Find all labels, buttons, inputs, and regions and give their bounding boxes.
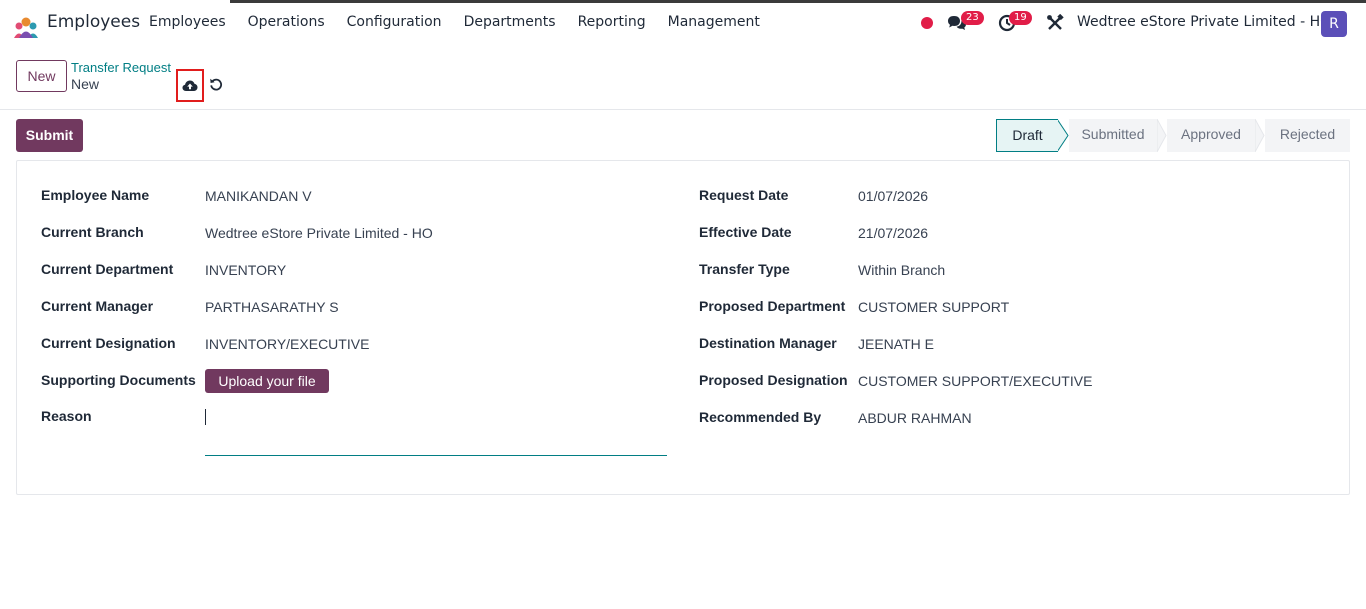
text-cursor: [205, 409, 206, 425]
menu-reporting[interactable]: Reporting: [578, 14, 646, 30]
field-proposed-designation[interactable]: CUSTOMER SUPPORT/EXECUTIVE: [858, 373, 1092, 389]
stage-arrow-submitted: [1157, 119, 1167, 152]
status-dot-icon[interactable]: [921, 17, 933, 29]
label-current-designation: Current Designation: [41, 335, 176, 351]
field-transfer-type[interactable]: Within Branch: [858, 262, 945, 278]
field-destination-manager[interactable]: JEENATH E: [858, 336, 934, 352]
user-avatar[interactable]: R: [1321, 11, 1347, 37]
label-proposed-designation: Proposed Designation: [699, 372, 848, 388]
label-effective-date: Effective Date: [699, 224, 792, 240]
stage-approved[interactable]: Approved: [1167, 119, 1255, 152]
new-button[interactable]: New: [16, 60, 67, 92]
menu-management[interactable]: Management: [668, 14, 760, 30]
stage-rejected[interactable]: Rejected: [1265, 119, 1350, 152]
field-recommended-by[interactable]: ABDUR RAHMAN: [858, 410, 972, 426]
field-current-designation[interactable]: INVENTORY/EXECUTIVE: [205, 336, 369, 352]
label-proposed-department: Proposed Department: [699, 298, 846, 314]
submit-button[interactable]: Submit: [16, 119, 83, 152]
upload-file-button[interactable]: Upload your file: [205, 369, 329, 393]
save-button[interactable]: [176, 69, 204, 102]
discard-button[interactable]: [207, 75, 225, 93]
label-supporting-documents: Supporting Documents: [41, 372, 196, 388]
field-current-manager[interactable]: PARTHASARATHY S: [205, 299, 339, 315]
field-request-date[interactable]: 01/07/2026: [858, 188, 928, 204]
label-transfer-type: Transfer Type: [699, 261, 790, 277]
label-recommended-by: Recommended By: [699, 409, 822, 425]
company-switcher[interactable]: Wedtree eStore Private Limited - HO: [1077, 14, 1331, 30]
app-name[interactable]: Employees: [47, 12, 140, 32]
field-employee-name[interactable]: MANIKANDAN V: [205, 188, 312, 204]
label-reason: Reason: [41, 408, 92, 424]
label-destination-manager: Destination Manager: [699, 335, 837, 351]
field-proposed-department[interactable]: CUSTOMER SUPPORT: [858, 299, 1009, 315]
menu-departments[interactable]: Departments: [464, 14, 556, 30]
chat-badge: 23: [961, 11, 984, 25]
reason-input[interactable]: [205, 406, 667, 456]
app-logo-icon[interactable]: [12, 16, 40, 40]
breadcrumb-parent[interactable]: Transfer Request: [71, 60, 171, 75]
activity-badge: 19: [1009, 11, 1032, 25]
stage-draft[interactable]: Draft: [996, 119, 1058, 152]
cloud-upload-icon: [182, 80, 198, 91]
undo-icon: [210, 78, 223, 91]
label-employee-name: Employee Name: [41, 187, 150, 203]
menu-employees[interactable]: Employees: [149, 14, 226, 30]
stage-arrow-draft: [1057, 119, 1069, 152]
field-current-department[interactable]: INVENTORY: [205, 262, 286, 278]
stage-arrow-approved: [1255, 119, 1265, 152]
control-panel: New Transfer Request New: [0, 52, 1366, 110]
breadcrumb-current: New: [71, 76, 100, 92]
menu-configuration[interactable]: Configuration: [347, 14, 442, 30]
label-request-date: Request Date: [699, 187, 789, 203]
field-effective-date[interactable]: 21/07/2026: [858, 225, 928, 241]
label-current-branch: Current Branch: [41, 224, 144, 240]
menu-operations[interactable]: Operations: [248, 14, 325, 30]
field-current-branch[interactable]: Wedtree eStore Private Limited - HO: [205, 225, 433, 241]
status-bar: Draft Submitted Approved Rejected: [996, 119, 1350, 152]
tools-icon[interactable]: [1046, 14, 1064, 32]
stage-submitted[interactable]: Submitted: [1069, 119, 1157, 152]
main-menu: Employees Operations Configuration Depar…: [149, 14, 782, 30]
label-current-department: Current Department: [41, 261, 174, 277]
label-current-manager: Current Manager: [41, 298, 154, 314]
